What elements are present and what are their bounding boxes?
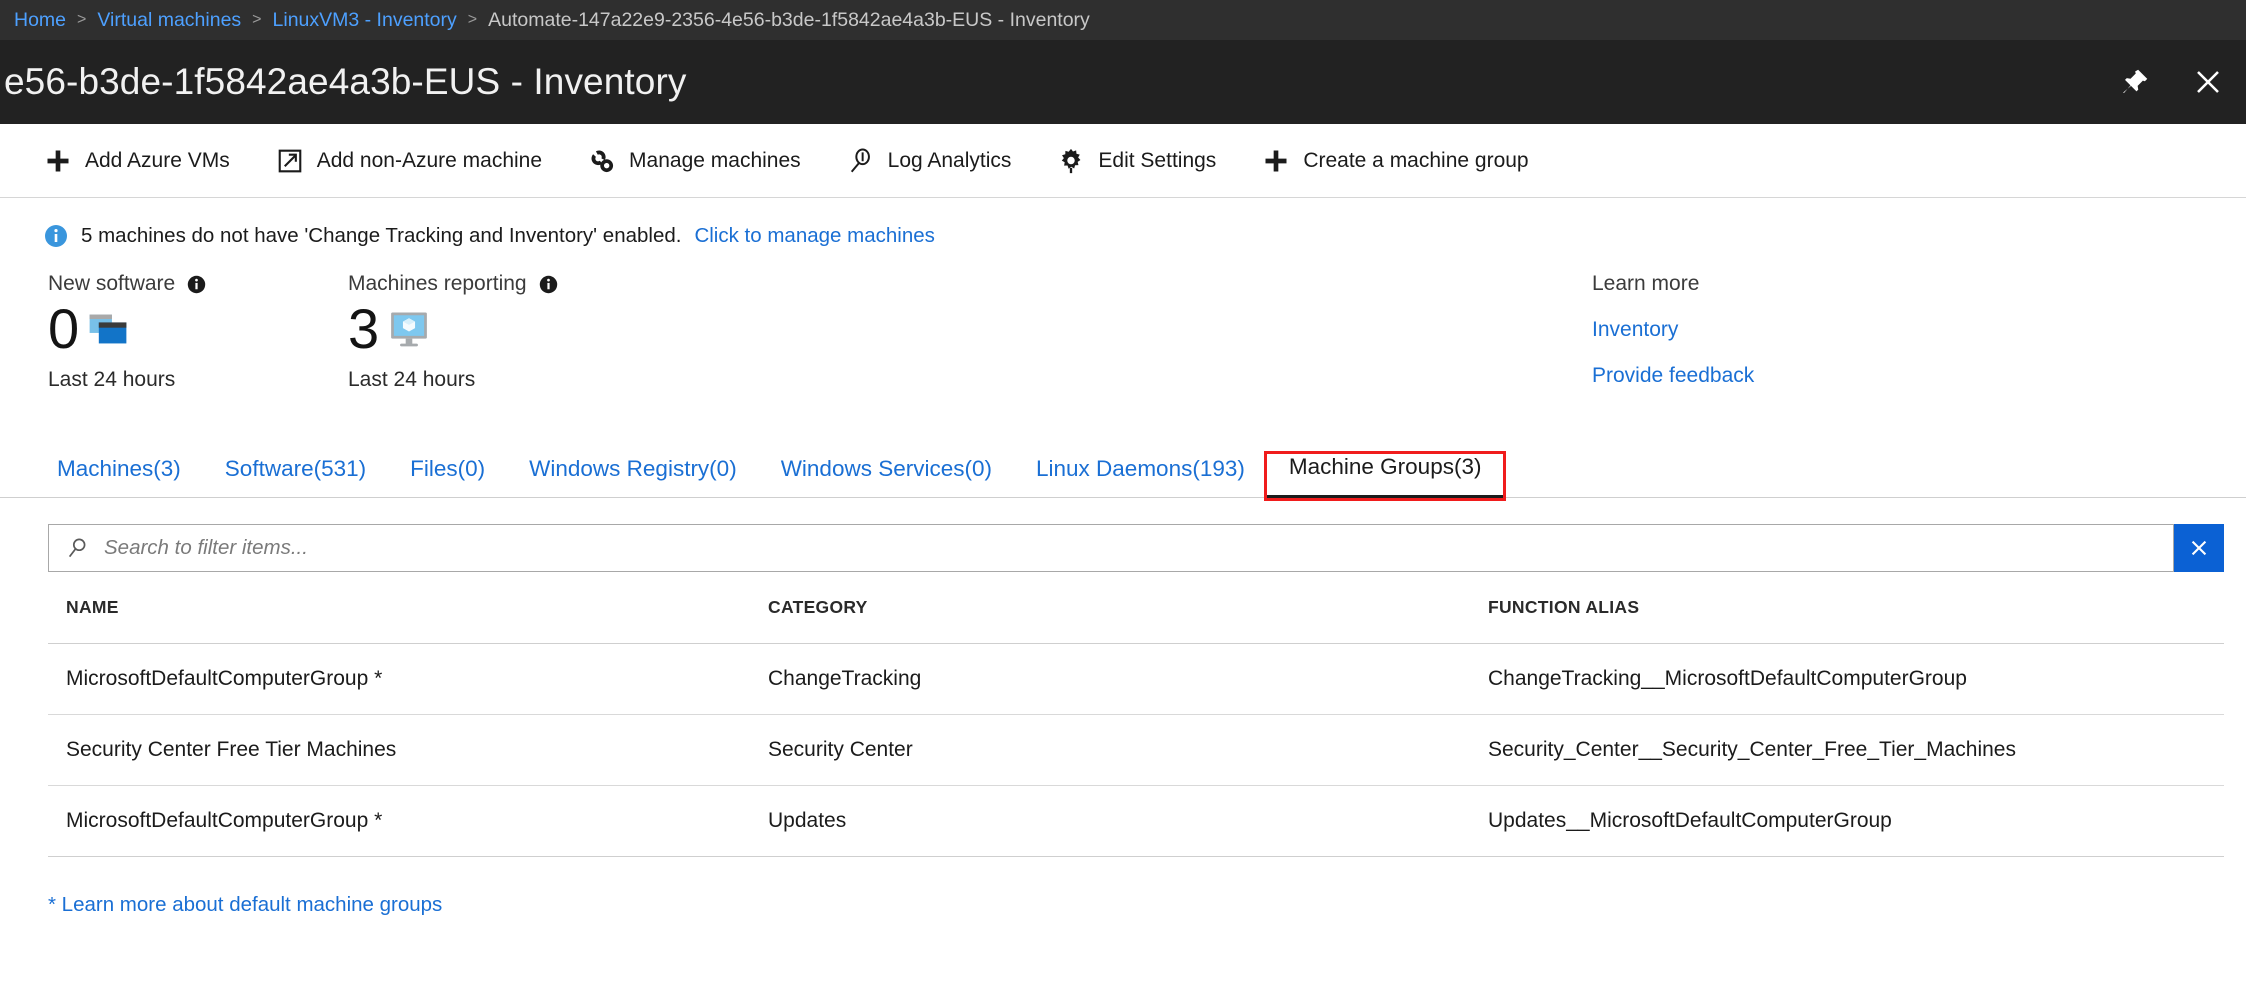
stat-machines-reporting-value-row: 3	[348, 298, 648, 360]
breadcrumb-item-linuxvm3-inventory[interactable]: LinuxVM3 - Inventory	[273, 9, 457, 32]
stat-new-software-head: New software	[48, 272, 348, 296]
add-azure-vms-label: Add Azure VMs	[85, 148, 230, 172]
info-banner: 5 machines do not have 'Change Tracking …	[0, 198, 2246, 248]
learn-more-link-inventory[interactable]: Inventory	[1592, 318, 1754, 342]
stat-machines-reporting-value: 3	[348, 297, 380, 360]
monitor-cube-icon	[391, 312, 428, 347]
search-icon	[68, 538, 86, 558]
add-azure-vms-button[interactable]: Add Azure VMs	[44, 141, 252, 181]
learn-more-section: Learn more Inventory Provide feedback	[1592, 272, 1754, 388]
plus-icon	[47, 150, 69, 171]
manage-machines-label: Manage machines	[629, 148, 801, 172]
stat-machines-reporting-sublabel: Last 24 hours	[348, 368, 476, 391]
edit-settings-label: Edit Settings	[1098, 148, 1217, 172]
inventory-blade: Home > Virtual machines > LinuxVM3 - Inv…	[0, 0, 2246, 1006]
tab-software[interactable]: Software(531)	[203, 456, 388, 497]
plus-icon	[1265, 150, 1287, 171]
stat-machines-reporting: Machines reporting 3 Last 24 hours	[348, 272, 648, 392]
breadcrumb-separator-icon: >	[77, 11, 87, 28]
table-row[interactable]: Security Center Free Tier Machines Secur…	[48, 715, 2224, 786]
manage-machines-button[interactable]: Manage machines	[588, 141, 823, 181]
table-row[interactable]: MicrosoftDefaultComputerGroup * ChangeTr…	[48, 644, 2224, 715]
software-windows-icon	[89, 314, 127, 344]
title-actions	[2120, 66, 2224, 98]
filter-bar	[48, 524, 2224, 572]
stat-machines-reporting-head: Machines reporting	[348, 272, 648, 296]
breadcrumb-separator-icon: >	[252, 11, 262, 28]
cell-function-alias: Security_Center__Security_Center_Free_Ti…	[1488, 738, 2016, 761]
table-header-row: NAME CATEGORY FUNCTION ALIAS	[48, 572, 2224, 644]
info-circle-icon	[188, 275, 206, 293]
edit-settings-button[interactable]: Edit Settings	[1057, 141, 1238, 181]
cell-name: MicrosoftDefaultComputerGroup *	[66, 809, 383, 832]
column-header-name[interactable]: NAME	[48, 597, 768, 618]
cell-category: Security Center	[768, 738, 913, 761]
column-header-function-alias[interactable]: FUNCTION ALIAS	[1488, 597, 2224, 618]
stat-machines-reporting-label: Machines reporting	[348, 272, 527, 295]
tab-windows-registry[interactable]: Windows Registry(0)	[507, 456, 759, 497]
log-analytics-label: Log Analytics	[887, 148, 1012, 172]
search-field[interactable]	[48, 524, 2174, 572]
external-link-icon	[278, 149, 302, 172]
breadcrumb-item-virtual-machines[interactable]: Virtual machines	[97, 9, 241, 32]
cell-category: ChangeTracking	[768, 667, 922, 690]
stat-new-software: New software 0 Last 24 hours	[48, 272, 348, 392]
tab-machine-groups[interactable]: Machine Groups(3)	[1263, 451, 1507, 501]
stat-new-software-value-row: 0	[48, 298, 348, 360]
stat-new-software-value: 0	[48, 297, 80, 360]
learn-more-link-provide-feedback[interactable]: Provide feedback	[1592, 364, 1754, 388]
default-machine-groups-link[interactable]: * Learn more about default machine group…	[48, 893, 442, 917]
stat-new-software-sublabel: Last 24 hours	[48, 368, 176, 391]
breadcrumb-item-current: Automate-147a22e9-2356-4e56-b3de-1f5842a…	[488, 8, 1090, 31]
gear-icon	[1062, 148, 1081, 173]
tab-machines[interactable]: Machines(3)	[44, 456, 203, 497]
breadcrumb-item-home[interactable]: Home	[14, 9, 66, 32]
add-non-azure-machine-label: Add non-Azure machine	[316, 148, 543, 172]
close-icon	[2191, 540, 2207, 556]
info-banner-text: 5 machines do not have 'Change Tracking …	[81, 224, 682, 247]
breadcrumb-separator-icon: >	[467, 11, 478, 28]
add-non-azure-machine-button[interactable]: Add non-Azure machine	[276, 141, 564, 181]
create-machine-group-label: Create a machine group	[1303, 148, 1529, 172]
command-toolbar: Add Azure VMs Add non-Azure machine Mana…	[0, 124, 2246, 198]
info-icon	[45, 225, 67, 247]
stats-section: New software 0 Last 24 hours Machines re…	[0, 248, 2246, 392]
magnifier-icon	[850, 147, 870, 172]
cell-category: Updates	[768, 809, 847, 832]
inventory-tabs: Machines(3) Software(531) Files(0) Windo…	[0, 440, 2246, 501]
search-input[interactable]	[104, 536, 2173, 560]
cell-function-alias: ChangeTracking__MicrosoftDefaultComputer…	[1488, 667, 1967, 690]
column-header-category[interactable]: CATEGORY	[768, 597, 1488, 618]
stat-new-software-label: New software	[48, 272, 176, 295]
table-row[interactable]: MicrosoftDefaultComputerGroup * Updates …	[48, 786, 2224, 857]
breadcrumb: Home > Virtual machines > LinuxVM3 - Inv…	[0, 0, 2246, 40]
create-machine-group-button[interactable]: Create a machine group	[1262, 141, 1550, 181]
tab-windows-services[interactable]: Windows Services(0)	[759, 456, 1014, 497]
machine-groups-table: NAME CATEGORY FUNCTION ALIAS MicrosoftDe…	[48, 572, 2224, 857]
clear-search-button[interactable]	[2174, 524, 2224, 572]
blade-title-bar: e56-b3de-1f5842ae4a3b-EUS - Inventory	[0, 40, 2246, 124]
info-circle-icon	[539, 275, 557, 293]
log-analytics-button[interactable]: Log Analytics	[847, 141, 1034, 181]
cell-name: Security Center Free Tier Machines	[66, 738, 397, 761]
learn-more-title: Learn more	[1592, 272, 1700, 295]
tab-linux-daemons[interactable]: Linux Daemons(193)	[1014, 456, 1267, 497]
machines-icon	[591, 150, 614, 172]
pin-icon[interactable]	[2120, 67, 2150, 97]
manage-machines-link[interactable]: Click to manage machines	[694, 224, 934, 248]
cell-name: MicrosoftDefaultComputerGroup *	[66, 667, 383, 690]
cell-function-alias: Updates__MicrosoftDefaultComputerGroup	[1488, 809, 1892, 832]
tab-files[interactable]: Files(0)	[388, 456, 507, 497]
close-icon[interactable]	[2192, 66, 2224, 98]
page-title: e56-b3de-1f5842ae4a3b-EUS - Inventory	[4, 61, 687, 102]
